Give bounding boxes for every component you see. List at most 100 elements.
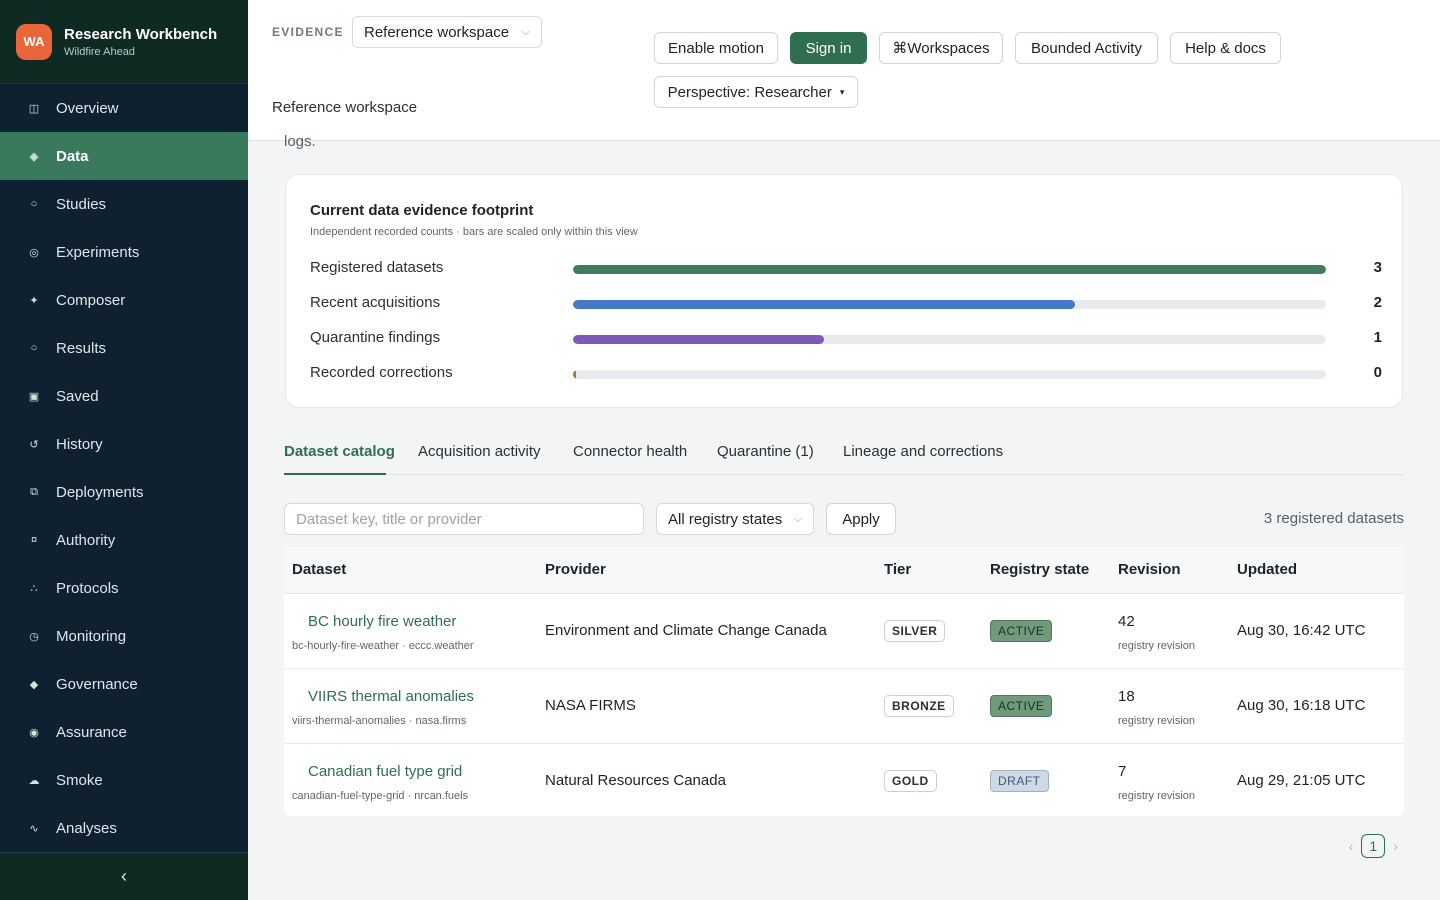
updated-cell: Aug 30, 16:18 UTC: [1237, 697, 1366, 714]
target-icon: ◎: [29, 246, 39, 259]
tier-badge: GOLD: [884, 770, 937, 792]
footprint-subtitle: Independent recorded counts · bars are s…: [310, 226, 638, 238]
sidebar-item-overview[interactable]: ◫ Overview: [0, 84, 248, 132]
dot-icon: ○: [30, 342, 38, 354]
circle-icon: ○: [30, 198, 38, 210]
sidebar-item-deployments[interactable]: ⧉ Deployments: [0, 468, 248, 516]
dataset-title-link[interactable]: VIIRS thermal anomalies: [308, 688, 474, 705]
sign-in-button[interactable]: Sign in: [790, 32, 867, 64]
next-page-button[interactable]: ›: [1393, 838, 1398, 854]
square-icon: ▣: [28, 390, 40, 403]
tab-lineage-and-corrections[interactable]: Lineage and corrections: [843, 443, 1003, 460]
sidebar-item-label: Results: [56, 339, 107, 357]
workspaces-button[interactable]: ⌘Workspaces: [879, 32, 1003, 64]
footprint-card: Current data evidence footprint Independ…: [285, 174, 1403, 408]
help-docs-button[interactable]: Help & docs: [1170, 32, 1281, 64]
dataset-search-input[interactable]: [284, 503, 644, 535]
sidebar-item-label: Analyses: [56, 819, 117, 837]
sidebar-item-label: Assurance: [56, 723, 127, 741]
registry-state-select[interactable]: All registry states ⌵: [656, 503, 814, 535]
page-1-button[interactable]: 1: [1361, 834, 1386, 858]
sidebar-item-label: Studies: [56, 195, 107, 213]
bounded-activity-button[interactable]: Bounded Activity: [1015, 32, 1158, 64]
diamond-icon: ◈: [29, 150, 39, 163]
brand-title: Research Workbench: [64, 25, 218, 43]
footprint-bar-fill: [573, 265, 1326, 274]
cloud-icon: ☁: [28, 774, 40, 787]
tier-badge: BRONZE: [884, 695, 954, 717]
workspace-name: Reference workspace: [272, 99, 418, 116]
footprint-row-value: 3: [1373, 259, 1382, 276]
table-row: Canadian fuel type grid canadian-fuel-typ…: [284, 744, 1404, 816]
footprint-row-value: 1: [1373, 329, 1382, 346]
revision-sub: registry revision: [1118, 640, 1196, 652]
perspective-label: Perspective: Researcher: [667, 83, 832, 101]
footprint-bar-fill: [573, 300, 1076, 309]
dataset-title-link[interactable]: BC hourly fire weather: [308, 613, 456, 630]
brand: WA Research Workbench Wildfire Ahead: [0, 0, 248, 84]
sidebar-item-experiments[interactable]: ◎ Experiments: [0, 228, 248, 276]
revision-number: 18: [1118, 688, 1135, 705]
provider-cell: Environment and Climate Change Canada: [545, 622, 827, 639]
workspace-select[interactable]: Reference workspace ⌵: [352, 16, 542, 48]
rhombus-icon: ◆: [29, 678, 39, 691]
evidence-label: EVIDENCE: [272, 25, 344, 39]
col-registry-state: Registry state: [990, 561, 1090, 578]
enable-motion-button[interactable]: Enable motion: [654, 32, 778, 64]
footprint-title: Current data evidence footprint: [310, 202, 534, 219]
sidebar-item-composer[interactable]: ✦ Composer: [0, 276, 248, 324]
tab-connector-health[interactable]: Connector health: [573, 443, 687, 460]
footprint-row: Recorded corrections 0: [310, 364, 1382, 384]
provider-cell: NASA FIRMS: [545, 697, 636, 714]
footprint-row-label: Quarantine findings: [310, 329, 441, 346]
footprint-bar-track: [573, 370, 1326, 379]
revision-number: 42: [1118, 613, 1135, 630]
perspective-select[interactable]: Perspective: Researcher ▾: [654, 76, 858, 108]
dataset-title-link[interactable]: Canadian fuel type grid: [308, 763, 462, 780]
table-row: BC hourly fire weather bc-hourly-fire-wea…: [284, 594, 1404, 669]
dataset-key: canadian-fuel-type-grid · nrcan.fuels: [292, 790, 469, 802]
footprint-bar-fill: [573, 370, 576, 379]
chevron-left-icon: ‹: [121, 866, 127, 886]
sidebar-item-analyses[interactable]: ∿ Analyses: [0, 804, 248, 852]
revision-sub: registry revision: [1118, 790, 1196, 802]
provider-cell: Natural Resources Canada: [545, 772, 726, 789]
sidebar-item-monitoring[interactable]: ◷ Monitoring: [0, 612, 248, 660]
tier-badge: SILVER: [884, 620, 946, 642]
updated-cell: Aug 29, 21:05 UTC: [1237, 772, 1366, 789]
footprint-row: Quarantine findings 1: [310, 329, 1382, 349]
tab-quarantine-1[interactable]: Quarantine (1): [717, 443, 814, 460]
sidebar-item-protocols[interactable]: ∴ Protocols: [0, 564, 248, 612]
collapse-sidebar-button[interactable]: ‹: [0, 852, 248, 900]
active-tab-underline: [284, 473, 386, 475]
sidebar-item-authority[interactable]: ¤ Authority: [0, 516, 248, 564]
sidebar-item-label: Data: [56, 147, 89, 165]
apply-button[interactable]: Apply: [826, 503, 896, 535]
footprint-row-label: Registered datasets: [310, 259, 444, 276]
dataset-key: bc-hourly-fire-weather · eccc.weather: [292, 640, 474, 652]
sidebar-item-assurance[interactable]: ◉ Assurance: [0, 708, 248, 756]
sidebar-item-label: Composer: [56, 291, 126, 309]
dataset-count: 3 registered datasets: [1263, 510, 1404, 527]
brand-logo: WA: [16, 23, 52, 60]
footprint-bar-track: [573, 300, 1326, 309]
dataset-table: Dataset Provider Tier Registry state Rev…: [284, 547, 1404, 816]
sidebar-item-saved[interactable]: ▣ Saved: [0, 372, 248, 420]
sidebar-item-smoke[interactable]: ☁ Smoke: [0, 756, 248, 804]
partial-text: logs.: [284, 133, 316, 150]
sidebar-item-results[interactable]: ○ Results: [0, 324, 248, 372]
prev-page-button[interactable]: ‹: [1349, 838, 1354, 854]
sidebar-item-data[interactable]: ◈ Data: [0, 132, 248, 180]
chevron-down-icon: ⌵: [793, 512, 802, 525]
sidebar-item-history[interactable]: ↺ History: [0, 420, 248, 468]
revision-number: 7: [1118, 763, 1127, 780]
sidebar-item-label: Monitoring: [56, 627, 127, 645]
sidebar-item-label: Governance: [56, 675, 138, 693]
tab-acquisition-activity[interactable]: Acquisition activity: [418, 443, 541, 460]
tab-dataset-catalog[interactable]: Dataset catalog: [284, 443, 395, 460]
grid-icon: ◫: [28, 102, 40, 115]
sidebar-item-governance[interactable]: ◆ Governance: [0, 660, 248, 708]
sidebar-item-studies[interactable]: ○ Studies: [0, 180, 248, 228]
dataset-key: viirs-thermal-anomalies · nasa.firms: [292, 715, 467, 727]
wave-icon: ∿: [29, 822, 39, 835]
